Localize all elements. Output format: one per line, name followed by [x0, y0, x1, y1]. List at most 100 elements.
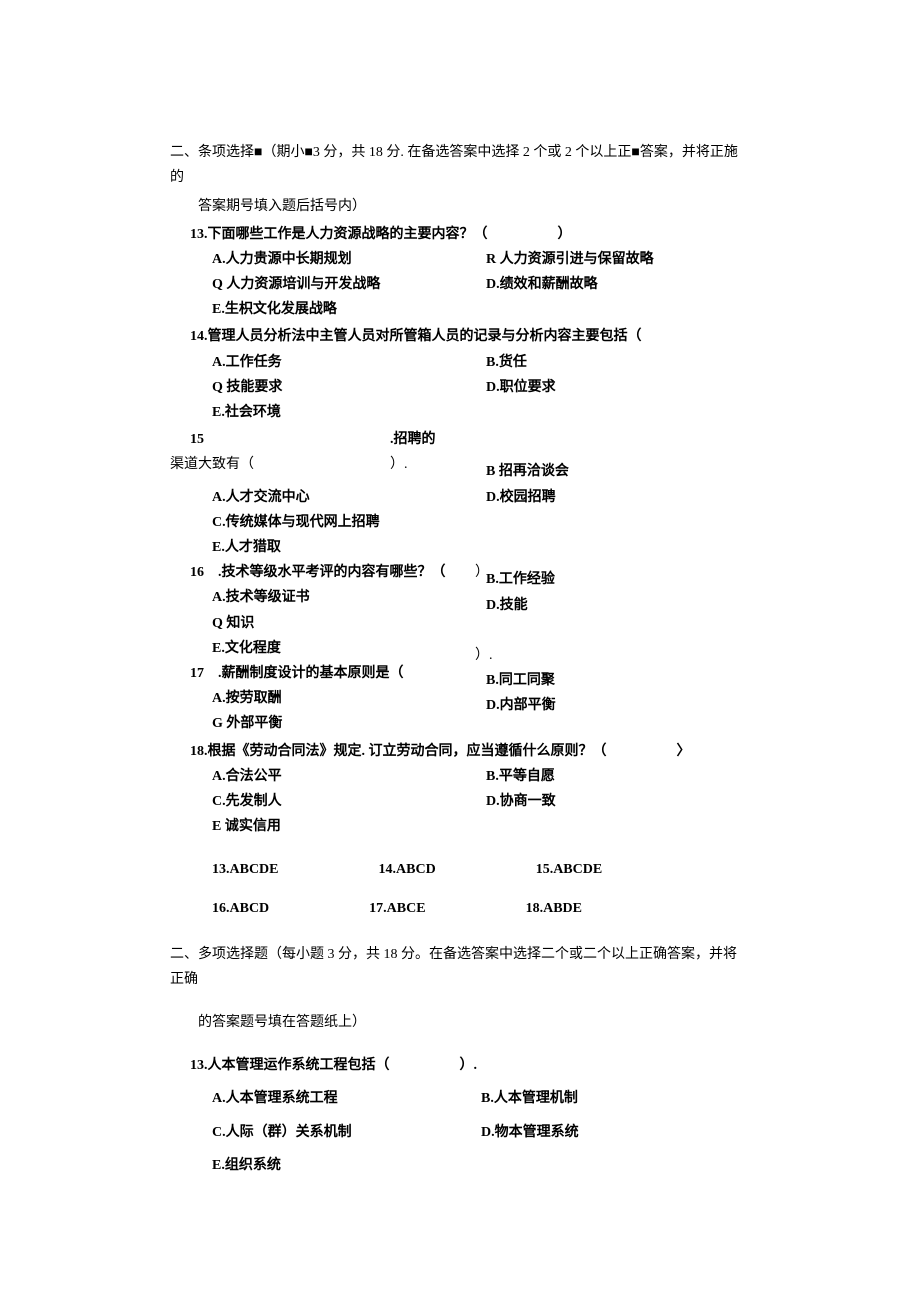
q14-opt-d-text: D.职位要求: [486, 380, 556, 395]
q15-opt-a-text: A.人才交流中心: [212, 490, 310, 505]
q16-opt-b-text: B.工作经验: [486, 572, 555, 587]
q15-opt-b: B 招再洽谈会: [486, 459, 750, 484]
q17-opt-d-text: D.内部平衡: [486, 698, 556, 713]
q16-opt-d: D.技能: [486, 593, 750, 636]
q15-stem-line1: 15 .招聘的: [190, 427, 750, 452]
s2-q13-opt-c: C.人际（群）关系机制: [212, 1120, 481, 1145]
q15-stem-right: .招聘的: [390, 427, 436, 452]
s2-q13-opt-a: A.人本管理系统工程: [212, 1086, 481, 1111]
q18-opt-a-text: A.合法公平: [212, 769, 282, 784]
q14-opt-a: A.工作任务: [212, 350, 476, 375]
q17-opt-g: G 外部平衡: [212, 711, 476, 736]
q14-opt-e-text: E.社会环境: [212, 405, 281, 420]
q16-opt-q: Q 知识: [212, 611, 476, 636]
q13-opt-r-text: R 人力资源引进与保留故略: [486, 252, 654, 267]
s2-q13-options: A.人本管理系统工程 B.人本管理机制 C.人际（群）关系机制 D.物本管理系统…: [170, 1086, 750, 1178]
q17-opt-a: A.按劳取酬: [212, 686, 476, 711]
q13-opt-d-text: D.绩效和薪酬故略: [486, 277, 598, 292]
q15-opt-d-text: D.校园招聘: [486, 490, 556, 505]
q18-opt-e-text: E 诚实信用: [212, 819, 281, 834]
s2-q13-opt-a-text: A.人本管理系统工程: [212, 1091, 338, 1106]
s2-q13-stem-text: 13.人本管理运作系统工程包括（ ）.: [190, 1058, 477, 1073]
q18-options: A.合法公平 B.平等自愿 C.先发制人 D.协商一致 E 诚实信用: [212, 764, 750, 840]
q18-opt-c: C.先发制人: [212, 789, 476, 814]
answer-16: 16.ABCD: [212, 896, 269, 921]
q16-opt-a: A.技术等级证书: [212, 585, 476, 610]
q16-opt-a-text: A.技术等级证书: [212, 590, 310, 605]
section1-heading-cont: 答案期号填入题后括号内）: [198, 194, 750, 219]
q14-stem-text: 14.管理人员分析法中主管人员对所管箱人员的记录与分析内容主要包括（: [190, 329, 642, 344]
q15-options: B 招再洽谈会 A.人才交流中心 D.校园招聘 C.传统媒体与现代网上招聘 E.…: [212, 459, 750, 560]
q14-stem: 14.管理人员分析法中主管人员对所管箱人员的记录与分析内容主要包括（: [190, 324, 750, 349]
q14-opt-d: D.职位要求: [486, 375, 750, 400]
section1-heading-cont-text: 答案期号填入题后括号内）: [198, 199, 366, 214]
q15-opt-d: D.校园招聘: [486, 485, 750, 510]
q15-opt-b-text: B 招再洽谈会: [486, 464, 569, 479]
q18-stem-text: 18.根据《劳动合同法》规定. 订立劳动合同，应当遵循什么原则？（ 〉: [190, 744, 691, 759]
q17-opt-g-text: G 外部平衡: [212, 716, 282, 731]
q15-opt-a: A.人才交流中心: [212, 485, 476, 510]
s2-q13-opt-b: B.人本管理机制: [481, 1086, 750, 1111]
q13-opt-d: D.绩效和薪酬故略: [486, 272, 750, 297]
q18-opt-e: E 诚实信用: [212, 814, 750, 839]
section2-heading-cont-text: 的答案题号填在答题纸上）: [198, 1015, 366, 1030]
answer-18: 18.ABDE: [526, 896, 582, 921]
q18-opt-d: D.协商一致: [486, 789, 750, 814]
q13-opt-a: A.人力贵源中长期规划: [212, 247, 476, 272]
q13-opt-r: R 人力资源引进与保留故略: [486, 247, 750, 272]
q14-opt-a-text: A.工作任务: [212, 355, 282, 370]
answers-row-2: 16.ABCD 17.ABCE 18.ABDE: [212, 896, 750, 921]
q17-opt-d: D.内部平衡: [486, 693, 750, 736]
section1-heading-line1: 二、条项选择■（期小■3 分，共 18 分. 在备选答案中选择 2 个或 2 个…: [170, 145, 738, 185]
q17-stem: 17 .薪酬制度设计的基本原则是（: [190, 666, 404, 681]
q18-opt-b: B.平等自愿: [486, 764, 750, 789]
q13-stem: 13.下面哪些工作是人力资源战略的主要内容？（ ）: [190, 222, 750, 247]
s2-q13-opt-e-text: E.组织系统: [212, 1158, 281, 1173]
q13-stem-text: 13.下面哪些工作是人力资源战略的主要内容？（ ）: [190, 227, 572, 242]
q14-opt-q-text: Q 技能要求: [212, 380, 282, 395]
q16-opt-d-text: D.技能: [486, 598, 528, 613]
section2-heading: 二、多项选择题（每小题 3 分，共 18 分。在备选答案中选择二个或二个以上正确…: [170, 942, 750, 992]
q15-opt-e-text: E.人才猎取: [212, 540, 281, 555]
q15-opt-c: C.传统媒体与现代网上招聘: [212, 510, 750, 535]
q17-options: A.按劳取酬 B.同工同聚 G 外部平衡 D.内部平衡: [212, 686, 750, 736]
q14-opt-e: E.社会环境: [212, 400, 750, 425]
q16-opt-q-text: Q 知识: [212, 616, 254, 631]
q15-opt-e: E.人才猎取: [212, 535, 750, 560]
s2-q13-opt-d: D.物本管理系统: [481, 1120, 750, 1145]
q18-stem: 18.根据《劳动合同法》规定. 订立劳动合同，应当遵循什么原则？（ 〉: [190, 739, 750, 764]
answer-17: 17.ABCE: [369, 896, 425, 921]
q17-opt-a-text: A.按劳取酬: [212, 691, 282, 706]
q13-opt-q: Q 人力资源培训与开发战略: [212, 272, 476, 297]
answer-13: 13.ABCDE: [212, 857, 279, 882]
s2-q13-opt-b-text: B.人本管理机制: [481, 1091, 578, 1106]
s2-q13-stem: 13.人本管理运作系统工程包括（ ）.: [190, 1053, 750, 1078]
section1-heading: 二、条项选择■（期小■3 分，共 18 分. 在备选答案中选择 2 个或 2 个…: [170, 140, 750, 190]
q14-opt-b-text: B.货任: [486, 355, 527, 370]
s2-q13-opt-e: E.组织系统: [212, 1153, 750, 1178]
q18-opt-d-text: D.协商一致: [486, 794, 556, 809]
section2-heading-cont: 的答案题号填在答题纸上）: [198, 1010, 750, 1035]
q18-opt-c-text: C.先发制人: [212, 794, 282, 809]
q14-opt-b: B.货任: [486, 350, 750, 375]
answer-14: 14.ABCD: [379, 857, 436, 882]
section2-heading-text: 二、多项选择题（每小题 3 分，共 18 分。在备选答案中选择二个或二个以上正确…: [170, 947, 737, 987]
q16-stem: 16 .技术等级水平考评的内容有哪些？（: [190, 565, 446, 580]
q13-opt-e-text: E.生枳文化发展战略: [212, 302, 337, 317]
q14-options: A.工作任务 B.货任 Q 技能要求 D.职位要求 E.社会环境: [212, 350, 750, 426]
q13-opt-e: E.生枳文化发展战略: [212, 297, 750, 322]
q15-opt-c-text: C.传统媒体与现代网上招聘: [212, 515, 380, 530]
q15-num: 15: [190, 427, 390, 452]
q18-opt-b-text: B.平等自愿: [486, 769, 555, 784]
s2-q13-opt-c-text: C.人际（群）关系机制: [212, 1125, 352, 1140]
s2-q13-opt-d-text: D.物本管理系统: [481, 1125, 579, 1140]
q13-options: A.人力贵源中长期规划 R 人力资源引进与保留故略 Q 人力资源培训与开发战略 …: [212, 247, 750, 323]
q13-opt-q-text: Q 人力资源培训与开发战略: [212, 277, 380, 292]
q17-opt-b-text: B.同工同聚: [486, 673, 555, 688]
answer-15: 15.ABCDE: [536, 857, 603, 882]
answers-row-1: 13.ABCDE 14.ABCD 15.ABCDE: [212, 857, 750, 882]
q18-opt-a: A.合法公平: [212, 764, 476, 789]
q13-opt-a-text: A.人力贵源中长期规划: [212, 252, 352, 267]
q14-opt-q: Q 技能要求: [212, 375, 476, 400]
q17-paren-text: ）.: [475, 648, 493, 663]
